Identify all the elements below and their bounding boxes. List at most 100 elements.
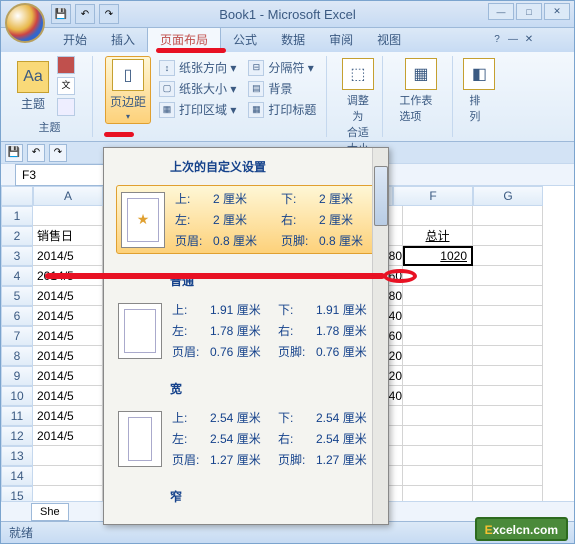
cell[interactable] xyxy=(33,446,103,466)
minimize-button[interactable]: — xyxy=(488,3,514,20)
cell[interactable] xyxy=(33,466,103,486)
cell[interactable]: 2014/5 xyxy=(33,326,103,346)
cell[interactable]: 2014/5 xyxy=(33,246,103,266)
col-header-g[interactable]: G xyxy=(473,186,543,206)
cell-partial[interactable]: 20 xyxy=(389,346,403,366)
cell[interactable] xyxy=(473,386,543,406)
tab-home[interactable]: 开始 xyxy=(51,27,99,52)
cell[interactable]: 2014/5 xyxy=(33,266,103,286)
margins-option-wide[interactable]: 上:2.54 厘米 下:2.54 厘米 左:2.54 厘米 右:2.54 厘米 … xyxy=(114,405,378,472)
cell[interactable] xyxy=(473,346,543,366)
cell-partial[interactable] xyxy=(389,446,403,466)
cell[interactable] xyxy=(403,266,473,286)
cell[interactable] xyxy=(403,406,473,426)
cell-partial[interactable] xyxy=(389,426,403,446)
cell-partial[interactable]: 80 xyxy=(389,246,403,266)
cell-partial[interactable]: 20 xyxy=(389,366,403,386)
cell[interactable] xyxy=(473,226,543,246)
row-header[interactable]: 1 xyxy=(1,206,33,226)
maximize-button[interactable]: □ xyxy=(516,3,542,20)
themes-button[interactable]: Aa 主题 xyxy=(13,59,53,114)
theme-effects-icon[interactable] xyxy=(57,98,75,116)
qat-undo-icon[interactable]: ↶ xyxy=(75,4,95,24)
col-header-f[interactable]: F xyxy=(393,186,473,206)
tab-data[interactable]: 数据 xyxy=(269,27,317,52)
col-header-a[interactable]: A xyxy=(33,186,103,206)
row-header[interactable]: 7 xyxy=(1,326,33,346)
doc-close-icon[interactable]: ✕ xyxy=(522,32,536,46)
select-all-corner[interactable] xyxy=(1,186,33,206)
tab-formulas[interactable]: 公式 xyxy=(221,27,269,52)
row-header[interactable]: 6 xyxy=(1,306,33,326)
cell[interactable] xyxy=(473,446,543,466)
cell[interactable] xyxy=(473,426,543,446)
cell[interactable] xyxy=(403,466,473,486)
cell[interactable] xyxy=(403,426,473,446)
office-button[interactable] xyxy=(5,3,45,43)
cell[interactable]: 2014/5 xyxy=(33,306,103,326)
row-header[interactable]: 10 xyxy=(1,386,33,406)
row-header[interactable]: 9 xyxy=(1,366,33,386)
cell[interactable]: 总计 xyxy=(403,226,473,246)
cell[interactable] xyxy=(473,406,543,426)
cell-partial[interactable]: 40 xyxy=(389,306,403,326)
cell[interactable]: 2014/5 xyxy=(33,426,103,446)
row-header[interactable]: 11 xyxy=(1,406,33,426)
cell[interactable]: 2014/5 xyxy=(33,346,103,366)
size-button[interactable]: ▢纸张大小 ▾ xyxy=(155,79,240,98)
cell[interactable] xyxy=(473,366,543,386)
cell[interactable]: 2014/5 xyxy=(33,386,103,406)
row-header[interactable]: 12 xyxy=(1,426,33,446)
row-header[interactable]: 8 xyxy=(1,346,33,366)
tab-insert[interactable]: 插入 xyxy=(99,27,147,52)
cell[interactable]: 销售日 xyxy=(33,226,103,246)
cell[interactable] xyxy=(473,286,543,306)
cell[interactable] xyxy=(403,306,473,326)
cell[interactable] xyxy=(403,286,473,306)
cell-partial[interactable]: 80 xyxy=(389,286,403,306)
cell[interactable] xyxy=(473,206,543,226)
row-header[interactable]: 4 xyxy=(1,266,33,286)
tab-view[interactable]: 视图 xyxy=(365,27,413,52)
cell[interactable] xyxy=(473,266,543,286)
print-area-button[interactable]: ▦打印区域 ▾ xyxy=(155,100,240,119)
cell-partial[interactable]: 60 xyxy=(389,266,403,286)
name-box[interactable]: F3 xyxy=(15,164,105,186)
cell[interactable] xyxy=(403,326,473,346)
row-header[interactable]: 14 xyxy=(1,466,33,486)
tab-page-layout[interactable]: 页面布局 xyxy=(147,26,221,52)
ribbon-minimize-icon[interactable]: — xyxy=(506,32,520,46)
background-button[interactable]: ▤背景 xyxy=(244,79,320,98)
arrange-button[interactable]: ◧ 排列 xyxy=(465,56,493,126)
cell-partial[interactable] xyxy=(389,466,403,486)
cell[interactable] xyxy=(473,246,543,266)
cell[interactable] xyxy=(473,466,543,486)
cell-partial[interactable]: 40 xyxy=(389,386,403,406)
theme-colors-icon[interactable] xyxy=(57,56,75,74)
cell[interactable]: 2014/5 xyxy=(33,366,103,386)
cell[interactable] xyxy=(403,366,473,386)
cell[interactable] xyxy=(403,346,473,366)
tab-review[interactable]: 审阅 xyxy=(317,27,365,52)
breaks-button[interactable]: ⊟分隔符 ▾ xyxy=(244,58,320,77)
cell[interactable] xyxy=(473,306,543,326)
scale-to-fit-button[interactable]: ⬚ 调整为 合适大小 xyxy=(339,56,376,158)
cell[interactable] xyxy=(473,326,543,346)
cell[interactable] xyxy=(403,206,473,226)
row-header[interactable]: 3 xyxy=(1,246,33,266)
margins-button[interactable]: ▯ 页边距 ▾ xyxy=(105,56,151,124)
sheet-tab[interactable]: She xyxy=(31,503,69,521)
save-icon[interactable]: 💾 xyxy=(5,144,23,162)
qat-save-icon[interactable]: 💾 xyxy=(51,4,71,24)
print-titles-button[interactable]: ▦打印标题 xyxy=(244,100,320,119)
cell[interactable]: 2014/5 xyxy=(33,406,103,426)
theme-fonts-icon[interactable]: 文 xyxy=(57,77,75,95)
cell-partial[interactable]: 60 xyxy=(389,326,403,346)
cell[interactable] xyxy=(33,206,103,226)
margins-option-normal[interactable]: 上:1.91 厘米 下:1.91 厘米 左:1.78 厘米 右:1.78 厘米 … xyxy=(114,297,378,364)
cell-partial[interactable] xyxy=(389,406,403,426)
cell-partial[interactable] xyxy=(389,226,403,246)
close-button[interactable]: ✕ xyxy=(544,3,570,20)
cell-partial[interactable] xyxy=(389,206,403,226)
cell[interactable]: 2014/5 xyxy=(33,286,103,306)
